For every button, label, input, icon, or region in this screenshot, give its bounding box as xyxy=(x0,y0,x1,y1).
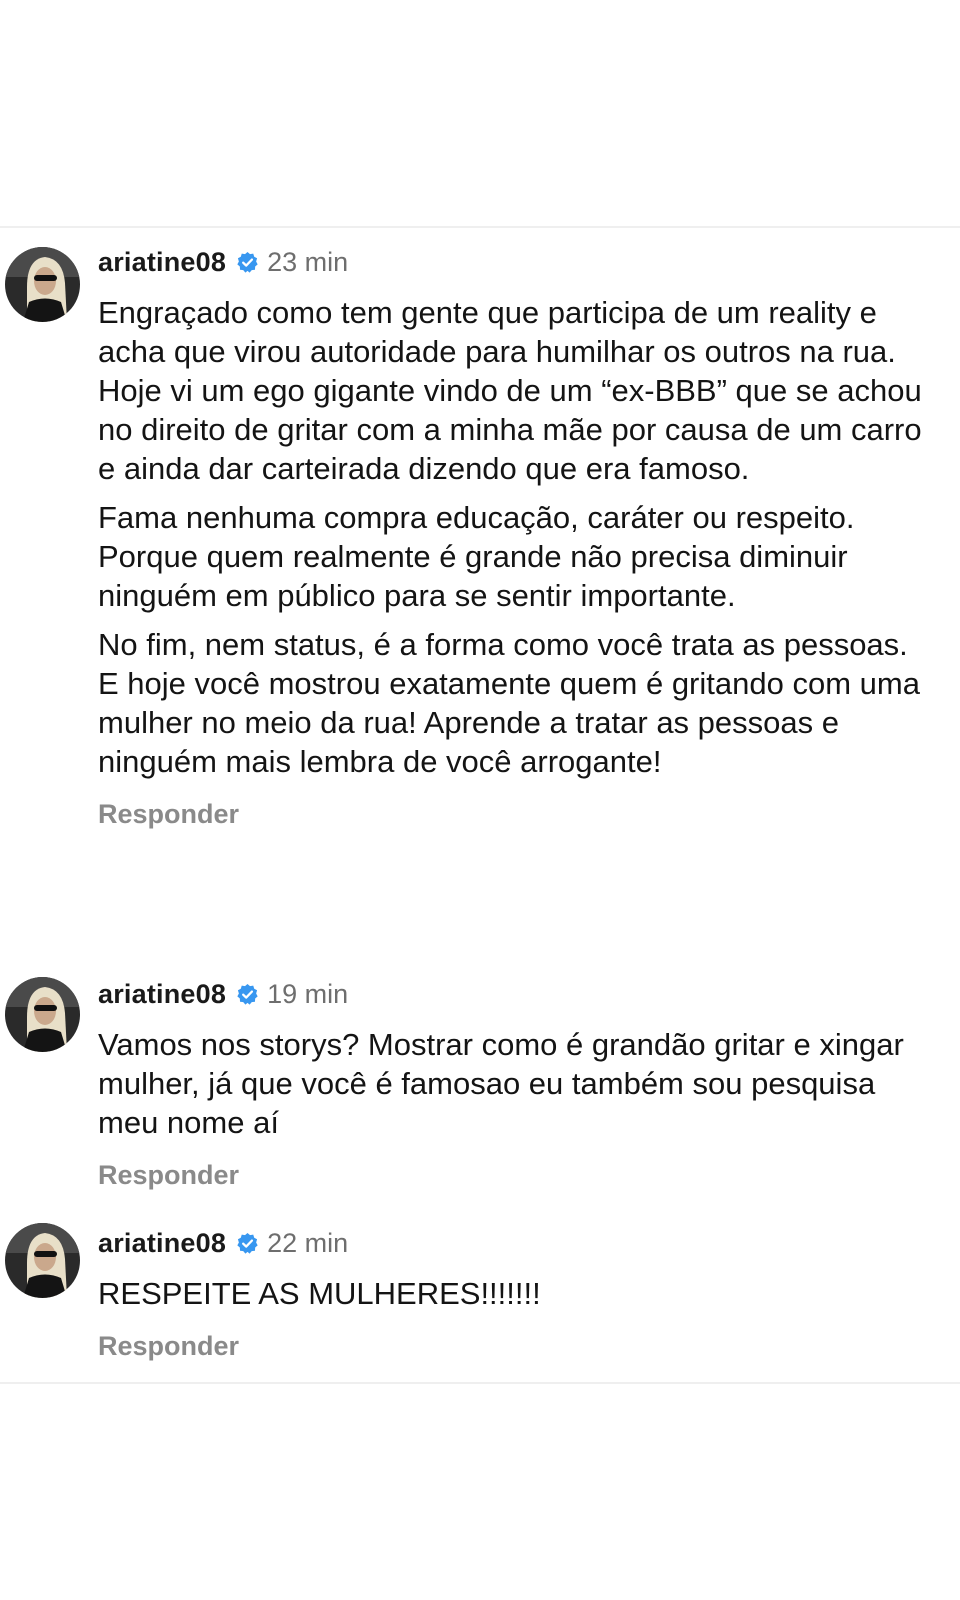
comment-header: ariatine08 22 min xyxy=(98,1226,928,1260)
comment-header: ariatine08 23 min xyxy=(98,245,928,279)
comment-paragraph: RESPEITE AS MULHERES!!!!!!! xyxy=(98,1276,541,1311)
reply-button[interactable]: Responder xyxy=(98,797,928,831)
comment-paragraph: Fama nenhuma compra educação, caráter ou… xyxy=(98,500,855,613)
comment-text: Vamos nos storys? Mostrar como é grandão… xyxy=(98,1025,928,1142)
avatar[interactable] xyxy=(5,977,80,1052)
avatar[interactable] xyxy=(5,247,80,322)
comment-header: ariatine08 19 min xyxy=(98,977,928,1011)
comment-paragraph: No fim, nem status, é a forma como você … xyxy=(98,627,920,779)
comment-paragraph: Engraçado como tem gente que participa d… xyxy=(98,295,922,486)
verified-badge-icon xyxy=(236,983,259,1006)
avatar[interactable] xyxy=(5,1223,80,1298)
comment-text: RESPEITE AS MULHERES!!!!!!! xyxy=(98,1274,928,1313)
bottom-divider xyxy=(0,1382,960,1384)
verified-badge-icon xyxy=(236,1232,259,1255)
username[interactable]: ariatine08 xyxy=(98,977,226,1011)
comment-time: 19 min xyxy=(267,979,349,1009)
top-divider xyxy=(0,226,960,228)
comment-time: 22 min xyxy=(267,1228,349,1258)
verified-badge-icon xyxy=(236,251,259,274)
reply-button[interactable]: Responder xyxy=(98,1329,928,1363)
username[interactable]: ariatine08 xyxy=(98,1226,226,1260)
comment-time: 23 min xyxy=(267,247,349,277)
comment-text: Engraçado como tem gente que participa d… xyxy=(98,293,928,781)
reply-button[interactable]: Responder xyxy=(98,1158,928,1192)
username[interactable]: ariatine08 xyxy=(98,245,226,279)
comment-paragraph: Vamos nos storys? Mostrar como é grandão… xyxy=(98,1027,904,1140)
